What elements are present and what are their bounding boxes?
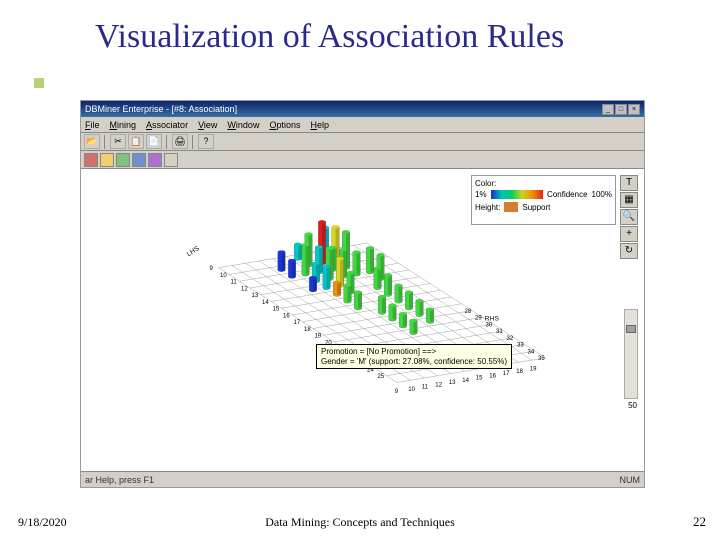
menu-view[interactable]: View: [198, 120, 217, 130]
tooltip: Promotion = [No Promotion] ==> Gender = …: [316, 344, 512, 369]
svg-text:15: 15: [273, 307, 280, 313]
legend-color-label: Color:: [475, 179, 496, 188]
rotate-tool-icon[interactable]: ↻: [620, 243, 638, 259]
status-text: ar Help, press F1: [85, 475, 154, 485]
svg-text:16: 16: [489, 373, 496, 379]
close-button[interactable]: ×: [628, 104, 640, 115]
footer-page: 22: [693, 514, 706, 530]
color-swatch-1[interactable]: [84, 153, 98, 167]
titlebar[interactable]: DBMiner Enterprise - [#8: Association] _…: [81, 101, 644, 117]
svg-text:25: 25: [378, 374, 385, 380]
svg-text:34: 34: [528, 349, 535, 355]
maximize-button[interactable]: □: [615, 104, 627, 115]
svg-text:19: 19: [315, 334, 322, 340]
svg-text:18: 18: [516, 369, 523, 375]
cut-icon[interactable]: ✂: [110, 134, 126, 149]
plot-3d: LHS RHS 91011121314151617181920212223242…: [141, 234, 551, 429]
tooltip-line2: Gender = 'M' (support: 27.08%, confidenc…: [321, 357, 507, 367]
statusbar: ar Help, press F1 NUM: [81, 471, 644, 487]
svg-text:29: 29: [475, 316, 482, 322]
svg-text:15: 15: [476, 376, 483, 382]
menu-associator[interactable]: Associator: [146, 120, 188, 130]
svg-text:13: 13: [252, 293, 259, 299]
svg-text:30: 30: [486, 322, 493, 328]
svg-text:12: 12: [435, 382, 442, 388]
svg-text:10: 10: [408, 387, 415, 393]
svg-text:14: 14: [262, 300, 269, 306]
titlebar-text: DBMiner Enterprise - [#8: Association]: [85, 104, 602, 114]
svg-text:11: 11: [422, 385, 429, 391]
svg-text:33: 33: [517, 343, 524, 349]
legend-conf-low: 1%: [475, 190, 487, 199]
footer-date: 9/18/2020: [18, 515, 67, 530]
svg-text:35: 35: [538, 356, 545, 362]
color-swatch-3[interactable]: [116, 153, 130, 167]
svg-text:9: 9: [395, 389, 399, 395]
legend: Color: 1% Confidence 100% Height: Suppor…: [471, 175, 616, 225]
svg-text:18: 18: [304, 327, 311, 333]
window-buttons: _ □ ×: [602, 104, 640, 115]
svg-text:13: 13: [449, 380, 456, 386]
svg-text:31: 31: [496, 329, 503, 335]
menu-window[interactable]: Window: [227, 120, 259, 130]
menu-mining[interactable]: Mining: [110, 120, 137, 130]
tooltip-line1: Promotion = [No Promotion] ==>: [321, 347, 507, 357]
legend-conf-high: 100%: [592, 190, 612, 199]
slider-label: 50: [628, 401, 637, 410]
footer-center: Data Mining: Concepts and Techniques: [265, 515, 455, 530]
lhs-axis-label: LHS: [186, 245, 201, 258]
support-swatch: [504, 202, 518, 212]
slide-title: Visualization of Association Rules: [95, 18, 564, 56]
svg-text:10: 10: [220, 273, 227, 279]
grid-tool-icon[interactable]: ▦: [620, 192, 638, 208]
print-icon[interactable]: 🖨: [172, 134, 188, 149]
svg-text:28: 28: [465, 309, 472, 315]
separator: [166, 135, 168, 149]
gradient-bar: [491, 190, 543, 199]
color-swatch-5[interactable]: [148, 153, 162, 167]
legend-support-label: Support: [522, 203, 550, 212]
svg-text:14: 14: [462, 378, 469, 384]
svg-text:17: 17: [503, 371, 510, 377]
svg-text:16: 16: [283, 313, 290, 319]
side-toolbar: T ▦ 🔍 + ↻: [620, 175, 640, 259]
svg-text:12: 12: [241, 286, 248, 292]
legend-conf-label: Confidence: [547, 190, 587, 199]
help-icon[interactable]: ?: [198, 134, 214, 149]
plus-tool-icon[interactable]: +: [620, 226, 638, 242]
text-tool-icon[interactable]: T: [620, 175, 638, 191]
color-swatch-2[interactable]: [100, 153, 114, 167]
app-window: DBMiner Enterprise - [#8: Association] _…: [80, 100, 645, 488]
toolbar-main: 📂 ✂ 📋 📄 🖨 ?: [81, 133, 644, 151]
zoom-tool-icon[interactable]: 🔍: [620, 209, 638, 225]
svg-text:9: 9: [210, 266, 214, 272]
menu-help[interactable]: Help: [310, 120, 329, 130]
color-swatch-4[interactable]: [132, 153, 146, 167]
bullet-square: [34, 78, 44, 88]
menubar: File Mining Associator View Window Optio…: [81, 117, 644, 133]
svg-text:17: 17: [294, 320, 301, 326]
menu-file[interactable]: File: [85, 120, 100, 130]
legend-height-label: Height:: [475, 203, 500, 212]
minimize-button[interactable]: _: [602, 104, 614, 115]
plot-canvas[interactable]: Color: 1% Confidence 100% Height: Suppor…: [81, 169, 644, 471]
svg-text:32: 32: [507, 336, 514, 342]
threshold-slider[interactable]: 50: [624, 309, 638, 399]
separator: [104, 135, 106, 149]
status-num: NUM: [620, 475, 641, 485]
paste-icon[interactable]: 📄: [146, 134, 162, 149]
toolbar-colors: [81, 151, 644, 169]
separator: [192, 135, 194, 149]
svg-text:19: 19: [530, 367, 537, 373]
rhs-axis-label: RHS: [485, 315, 500, 322]
open-icon[interactable]: 📂: [84, 134, 100, 149]
slider-thumb[interactable]: [626, 325, 636, 333]
svg-text:11: 11: [231, 280, 238, 286]
copy-icon[interactable]: 📋: [128, 134, 144, 149]
color-swatch-6[interactable]: [164, 153, 178, 167]
menu-options[interactable]: Options: [269, 120, 300, 130]
